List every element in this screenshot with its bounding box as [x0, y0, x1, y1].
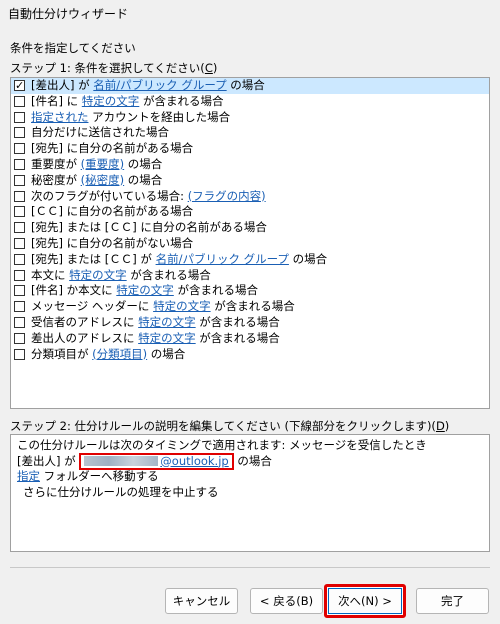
condition-value-link[interactable]: 特定の文字 [138, 315, 196, 329]
condition-value-link[interactable]: (重要度) [81, 157, 124, 171]
condition-item[interactable]: [宛先] または [ＣＣ] に自分の名前がある場合 [11, 220, 489, 236]
back-button[interactable]: < 戻る(B) [250, 588, 323, 614]
condition-text: [宛先] に自分の名前がある場合 [31, 141, 194, 156]
condition-text: [差出人] が [31, 78, 94, 92]
condition-checkbox[interactable] [14, 316, 25, 328]
condition-text: [宛先] または [ＣＣ] が [31, 251, 156, 266]
condition-text: 重要度が [31, 156, 81, 171]
condition-item[interactable]: [宛先] または [ＣＣ] が 名前/パブリック グループ の場合 [11, 252, 489, 268]
condition-value-link[interactable]: 名前/パブリック グループ [93, 78, 226, 92]
redacted-email-user [84, 456, 159, 466]
step2-label: ステップ 2: 仕分けルールの説明を編集してください (下線部分をクリックします… [10, 419, 450, 433]
condition-text: が含まれる場合 [210, 299, 295, 314]
condition-checkbox[interactable] [14, 111, 25, 123]
condition-text: 次のフラグが付いている場合: [31, 188, 188, 203]
condition-checkbox[interactable] [14, 301, 25, 313]
condition-text: アカウントを経由した場合 [88, 109, 231, 124]
condition-text: が含まれる場合 [195, 314, 280, 329]
condition-item[interactable]: [件名] に 特定の文字 が含まれる場合 [11, 94, 489, 110]
condition-item[interactable]: 次のフラグが付いている場合: (フラグの内容) [11, 189, 489, 205]
condition-item[interactable]: 受信者のアドレスに 特定の文字 が含まれる場合 [11, 315, 489, 331]
step1-label: ステップ 1: 条件を選択してください(C) [10, 61, 218, 75]
condition-checkbox[interactable] [14, 174, 25, 186]
condition-checkbox[interactable] [14, 95, 25, 107]
condition-text: [件名] か本文に [31, 283, 117, 298]
condition-checkbox[interactable] [14, 158, 25, 170]
condition-item[interactable]: 差出人のアドレスに 特定の文字 が含まれる場合 [11, 331, 489, 347]
condition-text: 本文に [31, 267, 70, 282]
condition-value-link[interactable]: 特定の文字 [116, 283, 174, 297]
condition-value-link[interactable]: 特定の文字 [82, 94, 140, 108]
condition-text: の場合 [124, 156, 163, 171]
target-folder-link[interactable]: 指定 [17, 469, 40, 483]
condition-value-link[interactable]: 特定の文字 [69, 268, 127, 282]
condition-text: 自分だけに送信された場合 [31, 125, 169, 140]
condition-checkbox[interactable] [14, 348, 25, 360]
condition-item[interactable]: 重要度が (重要度) の場合 [11, 157, 489, 173]
condition-item[interactable]: 自分だけに送信された場合 [11, 125, 489, 141]
condition-text: 秘密度が [31, 172, 81, 187]
condition-checkbox[interactable] [14, 253, 25, 265]
condition-value-link[interactable]: 特定の文字 [138, 331, 196, 345]
condition-value-link[interactable]: (フラグの内容) [188, 189, 266, 203]
next-button[interactable]: 次へ(N) > [324, 584, 406, 618]
condition-text: 差出人のアドレスに [31, 330, 139, 345]
condition-text: 受信者のアドレスに [31, 314, 139, 329]
condition-text: が含まれる場合 [195, 330, 280, 345]
condition-text: [宛先] に自分の名前がない場合 [31, 235, 194, 250]
condition-text: [件名] に [31, 93, 82, 108]
rule-description-line: [差出人] が @outlook.jp の場合 [17, 452, 272, 470]
condition-checkbox[interactable] [14, 127, 25, 139]
condition-text: が含まれる場合 [173, 283, 258, 298]
sender-address-link[interactable]: @outlook.jp [79, 452, 234, 470]
finish-button[interactable]: 完了 [416, 588, 489, 614]
condition-checkbox[interactable] [14, 285, 25, 297]
window-title: 自動仕分けウィザード [8, 7, 129, 21]
condition-item[interactable]: [宛先] に自分の名前がある場合 [11, 141, 489, 157]
condition-text: の場合 [226, 78, 265, 92]
condition-checkbox[interactable] [14, 143, 25, 155]
condition-value-link[interactable]: 名前/パブリック グループ [156, 252, 289, 266]
condition-item[interactable]: [件名] か本文に 特定の文字 が含まれる場合 [11, 283, 489, 299]
condition-text: が含まれる場合 [126, 267, 211, 282]
condition-item[interactable]: 指定された アカウントを経由した場合 [11, 110, 489, 126]
condition-checkbox[interactable] [14, 78, 25, 94]
condition-text: の場合 [147, 346, 186, 361]
condition-checkbox[interactable] [14, 332, 25, 344]
condition-value-link[interactable]: 特定の文字 [153, 299, 211, 313]
cancel-button[interactable]: キャンセル [165, 588, 238, 614]
condition-text: の場合 [124, 172, 163, 187]
condition-value-link[interactable]: (分類項目) [92, 347, 147, 361]
rule-description-box: この仕分けルールは次のタイミングで適用されます: メッセージを受信したとき [差… [10, 434, 490, 552]
condition-checkbox[interactable] [14, 190, 25, 202]
conditions-list[interactable]: [差出人] が 名前/パブリック グループ の場合[件名] に 特定の文字 が含… [10, 77, 490, 409]
condition-value-link[interactable]: 指定された [31, 110, 89, 124]
rule-description-line: 指定 フォルダーへ移動する [17, 469, 159, 483]
condition-item[interactable]: [差出人] が 名前/パブリック グループ の場合 [11, 78, 489, 94]
condition-text: [ＣＣ] に自分の名前がある場合 [31, 204, 194, 219]
instruction-heading: 条件を指定してください [10, 41, 136, 55]
condition-text: [宛先] または [ＣＣ] に自分の名前がある場合 [31, 220, 267, 235]
condition-item[interactable]: 本文に 特定の文字 が含まれる場合 [11, 268, 489, 284]
condition-text: メッセージ ヘッダーに [31, 299, 154, 314]
condition-text: の場合 [288, 251, 328, 266]
condition-checkbox[interactable] [14, 269, 25, 281]
condition-item[interactable]: [宛先] に自分の名前がない場合 [11, 236, 489, 252]
condition-item[interactable]: [ＣＣ] に自分の名前がある場合 [11, 204, 489, 220]
condition-value-link[interactable]: (秘密度) [81, 173, 124, 187]
condition-item[interactable]: 秘密度が (秘密度) の場合 [11, 173, 489, 189]
condition-text: 分類項目が [31, 346, 93, 361]
condition-checkbox[interactable] [14, 237, 25, 249]
condition-item[interactable]: メッセージ ヘッダーに 特定の文字 が含まれる場合 [11, 299, 489, 315]
rule-description-line: この仕分けルールは次のタイミングで適用されます: メッセージを受信したとき [17, 438, 427, 452]
condition-checkbox[interactable] [14, 222, 25, 234]
condition-checkbox[interactable] [14, 206, 25, 218]
divider [10, 567, 490, 568]
rule-description-line: さらに仕分けルールの処理を中止する [23, 484, 219, 499]
condition-text: が含まれる場合 [139, 93, 224, 108]
condition-item[interactable]: 分類項目が (分類項目) の場合 [11, 347, 489, 363]
